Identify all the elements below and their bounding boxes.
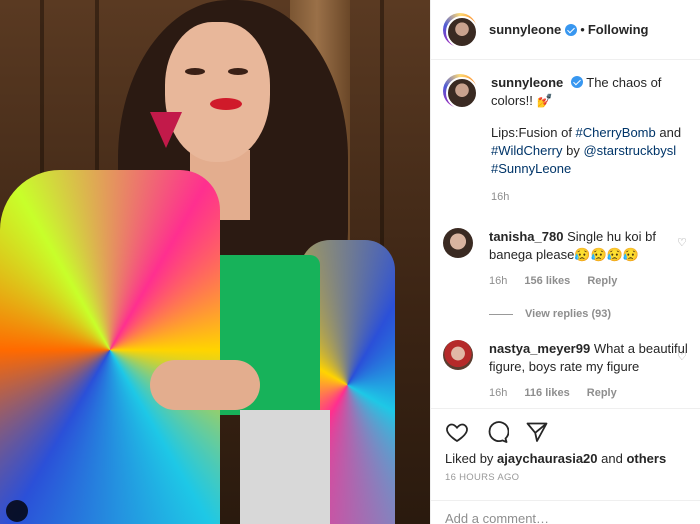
hashtag-link[interactable]: #CherryBomb <box>576 125 656 140</box>
heart-icon[interactable]: ♡ <box>677 238 687 249</box>
liked-by-label: Liked by <box>445 451 498 466</box>
reply-button[interactable]: Reply <box>587 387 617 399</box>
tagged-users-icon[interactable] <box>6 500 28 522</box>
post-header: sunnyleone • Following <box>431 0 700 60</box>
reply-button[interactable]: Reply <box>587 275 617 287</box>
add-comment-input[interactable]: Add a comment… <box>431 500 700 524</box>
share-send-icon[interactable] <box>525 420 549 444</box>
red-lips <box>210 98 242 110</box>
comment-bubble-icon[interactable] <box>485 420 509 444</box>
comment-text: nastya_meyer99 What a beautiful figure, … <box>489 340 689 402</box>
hashtag-link[interactable]: #WildCherry <box>491 143 563 158</box>
jacket-left <box>0 170 220 524</box>
caption-line: by <box>562 143 584 158</box>
view-replies-button[interactable]: View replies (93) <box>489 308 689 320</box>
post-actions: Liked by ajaychaurasia20 and others 16 H… <box>431 408 700 483</box>
action-icons <box>445 409 687 455</box>
comment-username[interactable]: nastya_meyer99 <box>489 341 590 356</box>
earring <box>150 112 182 148</box>
liked-by-label: and <box>597 451 627 466</box>
caption-line: Lips:Fusion of <box>491 125 576 140</box>
comment-text: tanisha_780 Single hu koi bf banega plea… <box>489 228 689 290</box>
avatar[interactable] <box>443 74 478 109</box>
hashtag-link[interactable]: #SunnyLeone <box>491 161 571 176</box>
comment-likes[interactable]: 156 likes <box>524 275 570 287</box>
avatar[interactable] <box>443 12 478 48</box>
caption: sunnyleone The chaos of colors!! 💅 Lips:… <box>443 74 689 206</box>
avatar[interactable] <box>443 228 473 258</box>
hand <box>150 360 260 410</box>
comment-username[interactable]: tanisha_780 <box>489 229 563 244</box>
verified-badge-icon <box>565 23 578 36</box>
caption-line: and <box>655 125 682 140</box>
view-replies-label[interactable]: View replies (93) <box>525 308 611 320</box>
like-heart-icon[interactable] <box>445 420 469 444</box>
liked-by: Liked by ajaychaurasia20 and others <box>445 451 687 466</box>
caption-username[interactable]: sunnyleone <box>491 75 563 90</box>
post-photo[interactable] <box>0 0 430 524</box>
comment-time[interactable]: 16h <box>489 275 507 287</box>
comments-list[interactable]: sunnyleone The chaos of colors!! 💅 Lips:… <box>431 60 700 408</box>
avatar[interactable] <box>443 340 473 370</box>
add-comment-placeholder: Add a comment… <box>445 511 550 524</box>
heart-icon[interactable]: ♡ <box>677 352 687 363</box>
comment-time[interactable]: 16h <box>489 387 507 399</box>
header-username[interactable]: sunnyleone <box>489 22 561 37</box>
comment-item: nastya_meyer99 What a beautiful figure, … <box>443 340 689 402</box>
sequin-skirt <box>240 410 330 524</box>
right-eye <box>228 68 248 75</box>
following-button[interactable]: Following <box>588 22 649 37</box>
liked-by-others[interactable]: others <box>626 451 666 466</box>
comment-item: tanisha_780 Single hu koi bf banega plea… <box>443 228 689 290</box>
post-side-panel: sunnyleone • Following sunnyleone The ch… <box>430 0 700 524</box>
post-timestamp[interactable]: 16 HOURS AGO <box>445 472 687 483</box>
caption-time[interactable]: 16h <box>491 191 509 203</box>
caption-text: sunnyleone The chaos of colors!! 💅 Lips:… <box>491 74 687 206</box>
comment-likes[interactable]: 116 likes <box>524 387 569 399</box>
left-eye <box>185 68 205 75</box>
liked-by-user[interactable]: ajaychaurasia20 <box>497 451 597 466</box>
mention-link[interactable]: @starstruckbysl <box>583 143 676 158</box>
verified-badge-icon <box>570 76 583 88</box>
separator-dot: • <box>580 22 585 37</box>
